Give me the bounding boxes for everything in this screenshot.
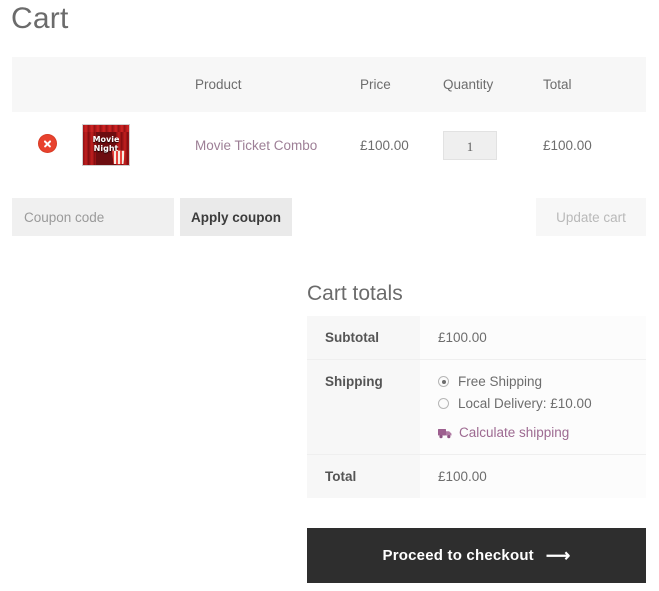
- shipping-option-free-label: Free Shipping: [458, 374, 543, 389]
- column-header-product: Product: [195, 77, 242, 92]
- page-title: Cart: [11, 2, 69, 35]
- checkout-button-label: Proceed to checkout: [382, 547, 534, 564]
- totals-row-total: Total £100.00: [307, 454, 646, 498]
- calculate-shipping-link[interactable]: Calculate shipping: [438, 425, 646, 440]
- shipping-option-local-delivery[interactable]: Local Delivery: £10.00: [438, 396, 646, 411]
- cell-thumbnail: Movie Night: [82, 112, 195, 178]
- thumbnail-caption: Movie Night: [83, 135, 129, 153]
- shipping-label: Shipping: [307, 359, 420, 455]
- table-row: Movie Night Movie Ticket Combo £100.00 1…: [12, 112, 646, 178]
- column-header-total: Total: [543, 77, 572, 92]
- column-header-price: Price: [360, 77, 391, 92]
- update-cart-button[interactable]: Update cart: [536, 198, 646, 236]
- product-name-link[interactable]: Movie Ticket Combo: [195, 138, 317, 153]
- totals-row-subtotal: Subtotal £100.00: [307, 316, 646, 360]
- cart-totals-table: Subtotal £100.00 Shipping Free Shipping …: [307, 316, 646, 498]
- cart-table-body: Movie Night Movie Ticket Combo £100.00 1…: [12, 112, 646, 178]
- shipping-option-local-delivery-label: Local Delivery: £10.00: [458, 396, 592, 411]
- calculate-shipping-label: Calculate shipping: [459, 425, 570, 440]
- proceed-to-checkout-button[interactable]: Proceed to checkout ⟶: [307, 528, 646, 583]
- shipping-value: Free Shipping Local Delivery: £10.00 Cal…: [420, 359, 646, 455]
- remove-circle-icon[interactable]: [38, 135, 56, 152]
- column-header-quantity: Quantity: [443, 77, 494, 92]
- cell-remove: [12, 112, 82, 178]
- cart-table-head: Product Price Quantity Total: [12, 57, 646, 112]
- subtotal-value: £100.00: [420, 316, 646, 360]
- quantity-input[interactable]: 1: [443, 130, 497, 160]
- radio-local-delivery-icon[interactable]: [438, 398, 449, 409]
- product-thumbnail[interactable]: Movie Night: [82, 124, 130, 166]
- totals-row-shipping: Shipping Free Shipping Local Delivery: £…: [307, 359, 646, 455]
- coupon-actions-row: Apply coupon Update cart: [12, 198, 646, 236]
- column-header-thumbnail: [82, 57, 195, 112]
- cart-page: Cart Product Price Quantity Total Movie …: [0, 0, 659, 591]
- radio-free-shipping-icon[interactable]: [438, 376, 449, 387]
- cart-totals-heading: Cart totals: [307, 282, 403, 305]
- coupon-code-input[interactable]: [12, 198, 174, 236]
- shipping-methods-list: Free Shipping Local Delivery: £10.00: [438, 374, 646, 411]
- apply-coupon-button[interactable]: Apply coupon: [180, 198, 292, 236]
- cart-totals-body: Subtotal £100.00 Shipping Free Shipping …: [307, 316, 646, 498]
- order-total-label: Total: [307, 454, 420, 498]
- curtain-valance-decor: [83, 125, 129, 132]
- delivery-truck-icon: [438, 427, 453, 439]
- cell-quantity: 1: [443, 112, 543, 178]
- cart-table-header-row: Product Price Quantity Total: [12, 57, 646, 112]
- cell-product-name: Movie Ticket Combo: [195, 112, 360, 178]
- arrow-right-icon: ⟶: [545, 546, 571, 565]
- thumbnail-caption-line1: Movie: [92, 135, 120, 144]
- cell-price: £100.00: [360, 137, 409, 153]
- cell-line-total: £100.00: [543, 137, 592, 153]
- subtotal-label: Subtotal: [307, 316, 420, 360]
- cart-items-table: Product Price Quantity Total Movie Night…: [12, 57, 646, 178]
- shipping-option-free[interactable]: Free Shipping: [438, 374, 646, 389]
- column-header-remove: [12, 57, 82, 112]
- order-total-value: £100.00: [420, 454, 646, 498]
